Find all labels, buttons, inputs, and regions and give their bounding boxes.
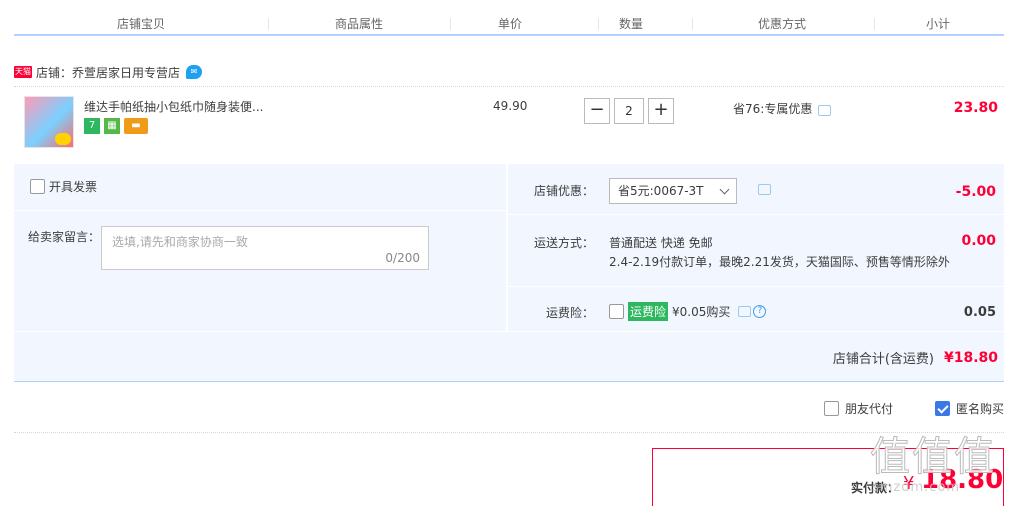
divider: [508, 214, 1004, 215]
header-divider: [450, 18, 451, 30]
shop-row: 天猫 店铺：乔萱居家日用专营店 ✉: [14, 62, 203, 82]
divider: [14, 86, 1004, 87]
unit-price: 49.90: [493, 99, 528, 113]
col-attrs: 商品属性: [335, 17, 384, 31]
shop-total-amount: ¥18.80: [943, 349, 998, 366]
shop-total-label: 店铺合计(含运费): [832, 352, 934, 367]
right-options: 店铺优惠： 省5元:0067-3T -5.00 运送方式： 普通配送 快递 免邮…: [508, 164, 1004, 331]
col-discount: 优惠方式: [758, 17, 807, 31]
pay-options: 朋友代付 匿名购买: [823, 400, 1004, 417]
chat-bubble-icon[interactable]: ✉: [186, 65, 203, 79]
help-icon[interactable]: ?: [753, 305, 767, 318]
discount-text: 省76:专属优惠: [733, 102, 813, 116]
anonymous-label[interactable]: 匿名购买: [956, 400, 1004, 417]
divider: [14, 432, 1004, 433]
shop-discount-selected: 省5元:0067-3T: [618, 184, 704, 198]
decrease-qty-button[interactable]: −: [584, 98, 610, 124]
col-subtotal: 小计: [926, 17, 951, 31]
product-thumbnail[interactable]: [24, 96, 74, 148]
tmall-badge: 天猫: [14, 66, 32, 78]
cart-table-header: 店铺宝贝 商品属性 单价 数量 优惠方式 小计: [14, 10, 1004, 36]
product-title[interactable]: 维达手帕纸抽小包纸巾随身装便...: [84, 98, 263, 115]
insurance-checkbox[interactable]: [609, 304, 624, 319]
insurance-price: ¥0.05购买: [672, 305, 731, 319]
calendar-icon: ▦: [104, 118, 120, 134]
col-qty: 数量: [619, 17, 644, 31]
insurance-label: 运费险：: [546, 306, 595, 320]
shop-discount-label: 店铺优惠：: [534, 184, 595, 198]
invoice-label: 开具发票: [49, 180, 98, 194]
divider: [14, 210, 506, 211]
memo-label: 给卖家留言：: [28, 230, 101, 244]
friend-pay-checkbox[interactable]: [823, 401, 839, 416]
left-options: 开具发票 给卖家留言： 选填,请先和商家协商一致 0/200: [14, 164, 506, 331]
seller-memo-field[interactable]: 选填,请先和商家协商一致 0/200: [101, 226, 429, 270]
shipping-value: 0.00: [961, 233, 996, 249]
service-badges: 7 ▦ ▬: [84, 118, 148, 134]
insurance-badge: 运费险: [628, 302, 669, 321]
item-discount: 省76:专属优惠: [733, 100, 832, 117]
memo-char-count: 0/200: [385, 251, 420, 265]
item-subtotal: 23.80: [953, 100, 998, 116]
header-divider: [692, 18, 693, 30]
watermark-site: smzdm.com: [872, 480, 961, 495]
comment-icon[interactable]: [758, 184, 771, 195]
order-options-panel: 开具发票 给卖家留言： 选填,请先和商家协商一致 0/200 店铺优惠： 省5元…: [14, 164, 1004, 382]
anonymous-checkbox[interactable]: [934, 401, 950, 416]
shipping-method: 普通配送 快递 免邮: [609, 236, 713, 250]
col-price: 单价: [498, 17, 523, 31]
shop-discount-select[interactable]: 省5元:0067-3T: [609, 178, 737, 204]
comment-icon[interactable]: [818, 105, 832, 116]
invoice-option[interactable]: 开具发票: [30, 178, 97, 195]
quantity-input[interactable]: 2: [614, 98, 644, 124]
col-shop-item: 店铺宝贝: [117, 17, 166, 31]
header-divider: [598, 18, 599, 30]
shop-discount-value: -5.00: [955, 184, 996, 200]
watermark-logo: 值值值: [870, 434, 996, 481]
header-divider: [874, 18, 875, 30]
shop-name[interactable]: 店铺：乔萱居家日用专营店: [36, 64, 180, 81]
shop-total: 店铺合计(含运费) ¥18.80: [832, 348, 998, 368]
chevron-down-icon: [719, 184, 730, 195]
credit-card-icon: ▬: [124, 118, 148, 134]
comment-icon[interactable]: [738, 306, 752, 317]
invoice-checkbox[interactable]: [30, 179, 45, 194]
shipping-label: 运送方式：: [534, 236, 595, 250]
promo-tag-icon: [55, 133, 71, 145]
quantity-stepper: − 2 +: [584, 98, 674, 124]
friend-pay-label[interactable]: 朋友代付: [845, 400, 893, 417]
cart-item-row: 维达手帕纸抽小包纸巾随身装便... 7 ▦ ▬ 49.90 − 2 + 省76:…: [14, 88, 1004, 164]
increase-qty-button[interactable]: +: [648, 98, 674, 124]
header-divider: [268, 18, 269, 30]
insurance-value: 0.05: [963, 305, 996, 320]
seven-day-return-icon: 7: [84, 118, 100, 134]
shipping-note: 2.4-2.19付款订单，最晚2.21发货，天猫国际、预售等情形除外: [609, 255, 950, 269]
memo-placeholder: 选填,请先和商家协商一致: [112, 235, 248, 249]
divider: [14, 331, 1004, 332]
insurance-option[interactable]: 运费险 ¥0.05购买 ?: [609, 302, 767, 321]
divider: [508, 286, 1004, 287]
